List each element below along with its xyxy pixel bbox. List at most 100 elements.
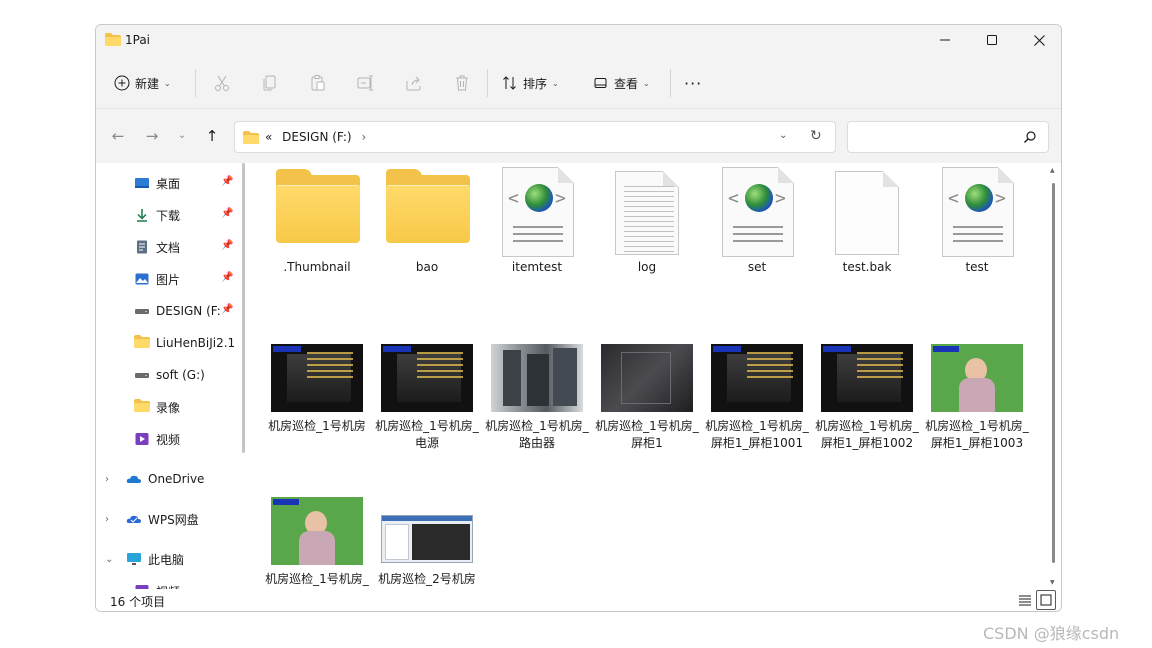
command-bar: 新建 ⌄ 排序 ⌄ 查看 ⌄ ···	[96, 57, 1061, 109]
file-item[interactable]: 机房巡检_1号机房_屏柜1_屏柜1003	[925, 344, 1029, 474]
scroll-down-icon[interactable]: ▼	[1050, 579, 1055, 586]
file-item[interactable]: < > itemtest	[485, 163, 589, 293]
breadcrumb-subpath[interactable]	[376, 130, 422, 144]
video-thumbnail	[601, 344, 693, 412]
download-icon	[134, 207, 150, 223]
minimize-icon	[940, 39, 950, 41]
back-arrow-icon[interactable]: ←	[108, 126, 128, 146]
file-name: log	[637, 260, 657, 274]
large-icons-view-button[interactable]	[1036, 590, 1056, 610]
sort-icon	[503, 76, 516, 90]
web-document-icon: < >	[942, 167, 1014, 257]
sidebar-item-wps[interactable]: › WPS网盘	[96, 507, 244, 531]
rename-icon[interactable]	[356, 73, 376, 93]
forward-arrow-icon[interactable]: →	[142, 126, 162, 146]
new-button[interactable]: 新建 ⌄	[114, 70, 171, 96]
sidebar-item-soft-drive[interactable]: soft (G:)	[96, 363, 244, 387]
file-name: .Thumbnail	[283, 260, 351, 274]
breadcrumb-drive[interactable]: DESIGN (F:)	[282, 130, 351, 144]
file-name: 机房巡检_1号机房_路由器	[485, 419, 589, 450]
sidebar-item-downloads[interactable]: 下载 📌	[96, 203, 244, 227]
paste-icon[interactable]	[308, 73, 328, 93]
sidebar-item-label: LiuHenBiJi2.1	[156, 336, 236, 350]
chevron-down-icon[interactable]: ⌄	[105, 554, 113, 565]
picture-icon	[134, 271, 150, 287]
watermark: CSDN @狼缘csdn	[983, 624, 1120, 643]
share-icon[interactable]	[404, 73, 424, 93]
drive-icon	[134, 303, 150, 319]
file-item[interactable]: 机房巡检_1号机房_路由器	[485, 344, 589, 474]
text-document-icon	[615, 171, 679, 255]
address-bar[interactable]: « DESIGN (F:) › ⌄ ↻	[234, 121, 836, 153]
recent-locations-chevron-icon[interactable]: ⌄	[172, 126, 192, 146]
file-item[interactable]: bao	[375, 163, 479, 293]
details-view-icon[interactable]	[1017, 592, 1033, 608]
item-count: 16 个项目	[110, 595, 166, 609]
copy-icon[interactable]	[260, 73, 280, 93]
search-box[interactable]	[847, 121, 1049, 153]
sort-label: 排序	[523, 76, 548, 91]
file-name: 机房巡检_2号机房	[378, 572, 476, 586]
file-item[interactable]: test.bak	[815, 163, 919, 293]
file-item[interactable]: < > set	[705, 163, 809, 293]
sidebar-item-liuhenbiji[interactable]: LiuHenBiJi2.1	[96, 331, 244, 355]
file-item[interactable]: 机房巡检_1号机房_屏柜1	[595, 344, 699, 474]
sidebar-item-desktop[interactable]: 桌面 📌	[96, 171, 244, 195]
file-item[interactable]: 机房巡检_1号机房	[265, 344, 369, 474]
sidebar-item-label: WPS网盘	[148, 512, 199, 527]
pc-icon	[126, 551, 142, 567]
more-options-button[interactable]: ···	[684, 70, 702, 96]
file-item[interactable]: 机房巡检_1号机房_屏柜1_屏柜1001	[705, 344, 809, 474]
close-button[interactable]	[1016, 25, 1061, 55]
sidebar-item-onedrive[interactable]: › OneDrive	[96, 467, 244, 491]
file-item[interactable]: 机房巡检_1号机房_电源	[375, 344, 479, 474]
sidebar-item-documents[interactable]: 文档 📌	[96, 235, 244, 259]
file-name: itemtest	[511, 260, 563, 274]
scrollbar-thumb[interactable]	[1052, 183, 1055, 563]
breadcrumb[interactable]: « DESIGN (F:) ›	[265, 130, 422, 144]
pin-icon: 📌	[221, 272, 234, 283]
file-item[interactable]: .Thumbnail	[265, 163, 369, 293]
chevron-right-icon[interactable]: ›	[105, 514, 109, 525]
web-document-icon: < >	[502, 167, 574, 257]
cut-icon[interactable]	[212, 73, 232, 93]
up-arrow-icon[interactable]: ↑	[202, 126, 222, 146]
chevron-down-icon[interactable]: ⌄	[779, 130, 787, 141]
maximize-button[interactable]	[969, 25, 1015, 55]
file-name: 机房巡检_1号机房_屏柜1	[595, 419, 699, 450]
delete-icon[interactable]	[452, 73, 472, 93]
file-item[interactable]: 机房巡检_1号机房_屏柜1_屏柜1004	[265, 497, 369, 589]
close-icon	[1033, 34, 1045, 46]
view-button[interactable]: 查看 ⌄	[593, 70, 650, 96]
sidebar-item-label: DESIGN (F:	[156, 304, 221, 318]
file-item[interactable]: 机房巡检_1号机房_屏柜1_屏柜1002	[815, 344, 919, 474]
navigation-pane: 桌面 📌 下载 📌 文档 📌 图片 📌 DESIGN (F: 📌 LiuHenB…	[96, 163, 244, 589]
sidebar-item-design-drive[interactable]: DESIGN (F: 📌	[96, 299, 244, 323]
cloud-icon	[126, 511, 142, 527]
drive-icon	[134, 367, 150, 383]
sidebar-item-pc-videos[interactable]: › 视频	[96, 579, 244, 589]
file-item[interactable]: 机房巡检_2号机房	[375, 497, 479, 589]
sort-button[interactable]: 排序 ⌄	[502, 70, 559, 96]
sidebar-item-label: 录像	[156, 400, 181, 415]
video-icon	[134, 431, 150, 447]
file-item[interactable]: < > test	[925, 163, 1029, 293]
sidebar-item-recordings[interactable]: 录像	[96, 395, 244, 419]
file-name: bao	[415, 260, 439, 274]
file-name: set	[747, 260, 767, 274]
sidebar-item-pictures[interactable]: 图片 📌	[96, 267, 244, 291]
scroll-up-icon[interactable]: ▲	[1050, 167, 1055, 174]
sidebar-scrollbar[interactable]	[242, 163, 245, 453]
breadcrumb-overflow[interactable]: «	[265, 130, 272, 144]
refresh-icon[interactable]: ↻	[810, 128, 822, 144]
sidebar-item-label: 文档	[156, 240, 181, 255]
video-thumbnail	[271, 497, 363, 565]
chevron-right-icon[interactable]: ›	[105, 474, 109, 485]
file-item[interactable]: log	[595, 163, 699, 293]
sidebar-item-this-pc[interactable]: ⌄ 此电脑	[96, 547, 244, 571]
content-scrollbar[interactable]: ▲ ▼	[1048, 165, 1060, 589]
sidebar-item-videos[interactable]: 视频	[96, 427, 244, 451]
minimize-button[interactable]	[922, 25, 968, 55]
file-name: 机房巡检_1号机房_屏柜1_屏柜1003	[925, 419, 1029, 450]
pin-icon: 📌	[221, 176, 234, 187]
